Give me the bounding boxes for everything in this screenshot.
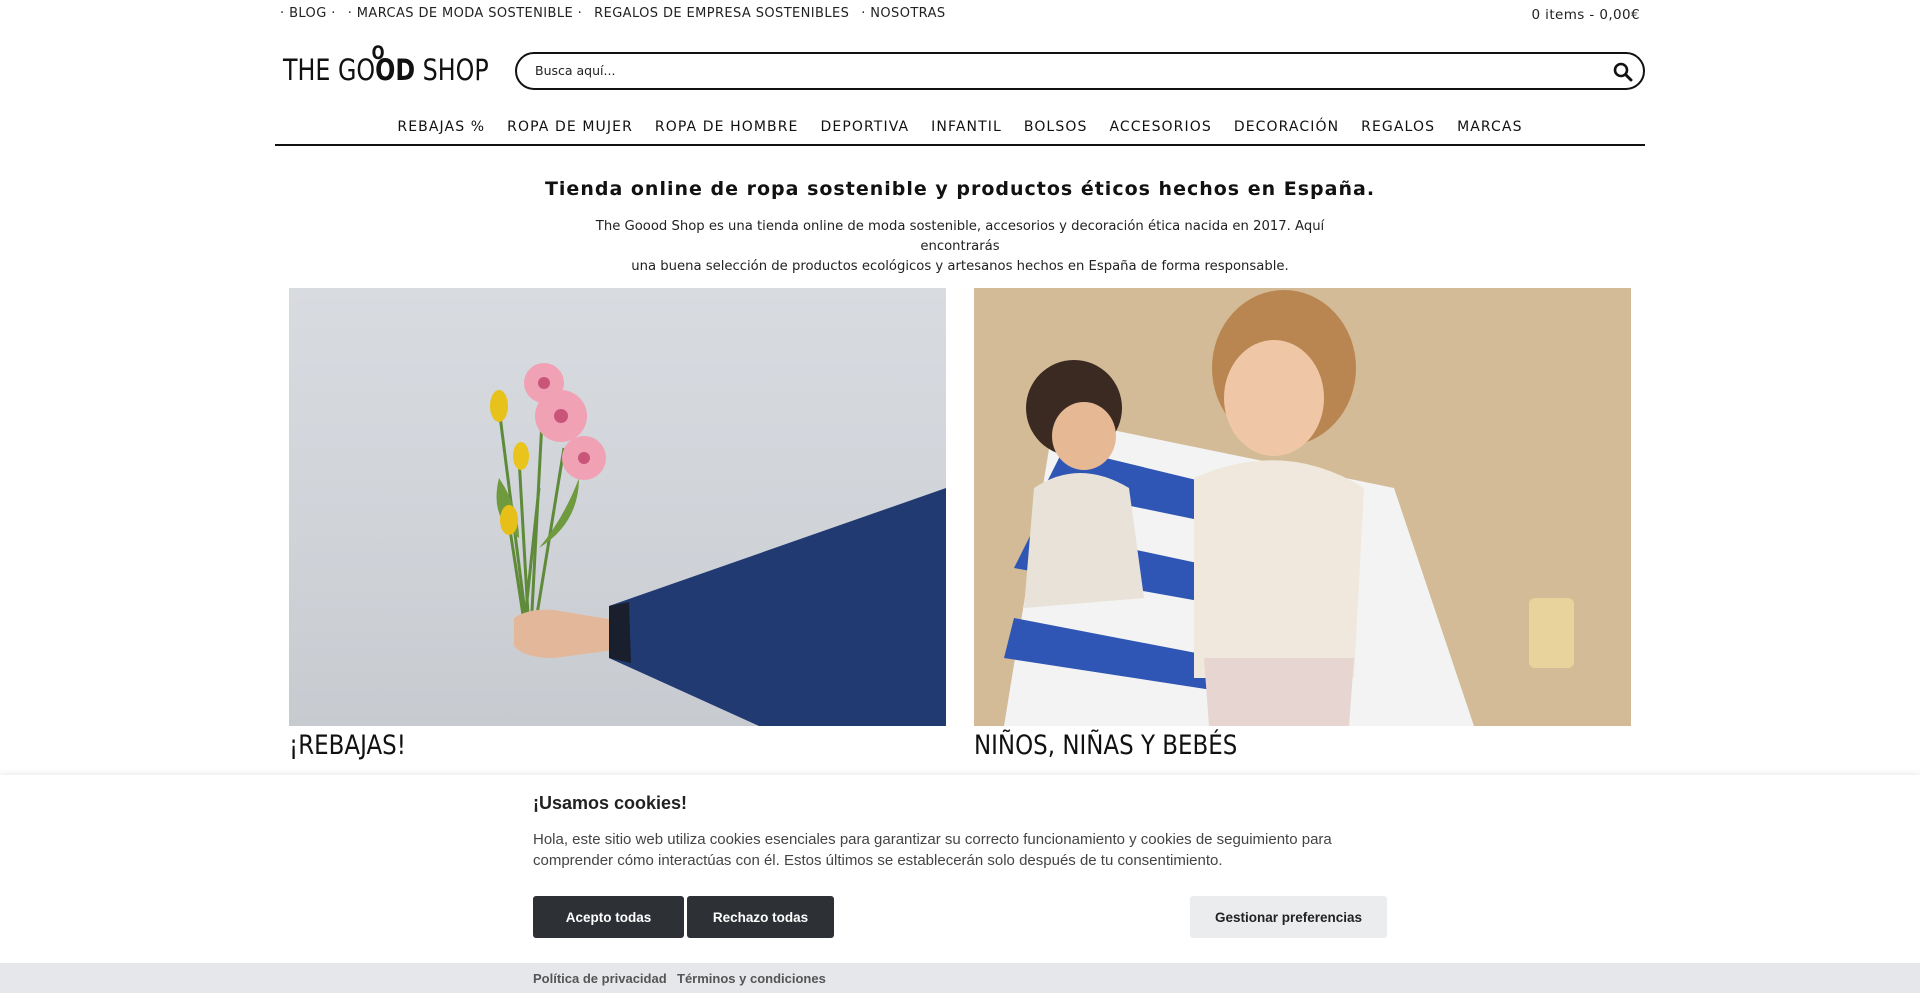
nav-item-bolsos[interactable]: BOLSOS — [1013, 119, 1099, 135]
manage-preferences-button[interactable]: Gestionar preferencias — [1190, 896, 1387, 938]
nav-item-ropa-mujer[interactable]: ROPA DE MUJER — [496, 119, 644, 135]
nav-item-deportiva[interactable]: DEPORTIVA — [810, 119, 921, 135]
flowers-illustration — [490, 363, 946, 726]
search-input[interactable] — [535, 63, 1575, 78]
nav-item-rebajas[interactable]: REBAJAS % — [386, 119, 496, 135]
top-link-about[interactable]: · NOSOTRAS — [861, 6, 945, 21]
terms-link[interactable]: Términos y condiciones — [677, 971, 826, 986]
search-bar — [515, 52, 1645, 90]
page-title: Tienda online de ropa sostenible y produ… — [544, 178, 1376, 200]
reject-all-button[interactable]: Rechazo todas — [687, 896, 834, 938]
top-link-brands[interactable]: · MARCAS DE MODA SOSTENIBLE · — [348, 6, 582, 21]
intro-line-1: The Goood Shop es una tienda online de m… — [595, 219, 1325, 254]
cookie-title: ¡Usamos cookies! — [533, 793, 688, 813]
logo-prefix: THE GO — [283, 53, 376, 87]
intro-line-2: una buena selección de productos ecológi… — [631, 259, 1289, 274]
search-icon[interactable] — [1613, 62, 1633, 82]
nav-item-accesorios[interactable]: ACCESORIOS — [1098, 119, 1222, 135]
cookie-description: Hola, este sitio web utiliza cookies ese… — [533, 831, 1332, 869]
nav-item-decoracion[interactable]: DECORACIÓN — [1223, 119, 1350, 135]
logo-text: THE GOOD SHOP — [283, 53, 489, 87]
top-link-blog[interactable]: · BLOG · — [280, 6, 336, 21]
accept-all-button[interactable]: Acepto todas — [533, 896, 684, 938]
kids-banner-title[interactable]: NIÑOS, NIÑAS Y BEBÉS — [974, 730, 1237, 761]
intro-description: The Goood Shop es una tienda online de m… — [560, 217, 1360, 277]
privacy-policy-link[interactable]: Política de privacidad — [533, 971, 667, 986]
site-logo[interactable]: O THE GOOD SHOP — [281, 42, 491, 90]
sale-banner-image[interactable] — [289, 288, 946, 726]
logo-suffix: SHOP — [415, 53, 489, 87]
nav-item-infantil[interactable]: INFANTIL — [920, 119, 1013, 135]
nav-item-marcas[interactable]: MARCAS — [1446, 119, 1534, 135]
nav-item-regalos[interactable]: REGALOS — [1350, 119, 1446, 135]
kids-banner-image[interactable] — [974, 288, 1631, 726]
cookie-consent-banner: ¡Usamos cookies! Hola, este sitio web ut… — [0, 775, 1920, 993]
top-utility-bar: · BLOG · · MARCAS DE MODA SOSTENIBLE · R… — [275, 0, 1645, 28]
top-links: · BLOG · · MARCAS DE MODA SOSTENIBLE · R… — [280, 6, 958, 21]
sale-banner-title[interactable]: ¡REBAJAS! — [289, 730, 406, 761]
cart-summary[interactable]: 0 items - 0,00€ — [1531, 7, 1640, 23]
logo-bold: OD — [375, 53, 416, 87]
nav-item-ropa-hombre[interactable]: ROPA DE HOMBRE — [644, 119, 810, 135]
main-navigation: REBAJAS % ROPA DE MUJER ROPA DE HOMBRE D… — [275, 112, 1645, 146]
kids-illustration — [974, 288, 1631, 726]
cookie-footer: Política de privacidad Términos y condic… — [0, 963, 1920, 993]
top-link-corporate-gifts[interactable]: REGALOS DE EMPRESA SOSTENIBLES — [594, 6, 849, 21]
